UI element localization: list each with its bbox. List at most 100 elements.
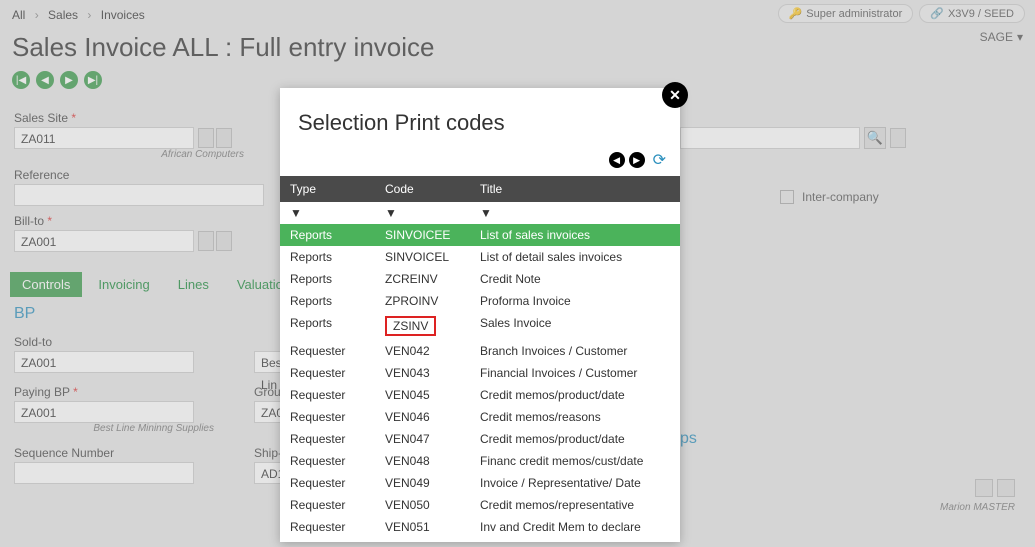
sales-site-input[interactable]: ZA011	[14, 127, 194, 149]
tab-controls[interactable]: Controls	[10, 272, 82, 297]
link-icon: 🔗	[930, 7, 944, 20]
cell-code: ZSINV	[375, 312, 470, 340]
table-row[interactable]: RequesterVEN050Credit memos/representati…	[280, 494, 680, 516]
cell-code: VEN048	[375, 450, 470, 472]
cell-code: VEN049	[375, 472, 470, 494]
filter-icon[interactable]: ▼	[375, 202, 470, 224]
sage-menu[interactable]: SAGE ▾	[980, 30, 1023, 44]
action-icon[interactable]	[216, 128, 232, 148]
top-right: 🔑 Super administrator 🔗 X3V9 / SEED	[778, 4, 1025, 23]
search-input[interactable]	[680, 127, 860, 149]
cell-type: Requester	[280, 406, 375, 428]
lookup-icon[interactable]	[198, 231, 214, 251]
cell-type: Requester	[280, 450, 375, 472]
col-title[interactable]: Title	[470, 176, 680, 202]
reference-input[interactable]	[14, 184, 264, 206]
cell-type: Requester	[280, 428, 375, 450]
cell-code: VEN050	[375, 494, 470, 516]
refresh-icon[interactable]: ⟳	[653, 150, 666, 170]
print-codes-modal: ✕ Selection Print codes ◀ ▶ ⟳ Type Code …	[280, 88, 680, 542]
modal-title: Selection Print codes	[280, 88, 680, 150]
inter-company-checkbox[interactable]	[780, 190, 794, 204]
inter-company-label: Inter-company	[802, 190, 879, 204]
filter-icon[interactable]: ▼	[470, 202, 680, 224]
table-row[interactable]: RequesterVEN045Credit memos/product/date	[280, 384, 680, 406]
right-section-heading: ps	[680, 430, 697, 448]
bill-to-input[interactable]: ZA001	[14, 230, 194, 252]
seq-input[interactable]	[14, 462, 194, 484]
paying-bp-hint: Best Line Mininng Supplies	[14, 423, 214, 434]
next-record-button[interactable]: ▶	[60, 71, 78, 89]
cell-type: Requester	[280, 472, 375, 494]
cell-code: VEN051	[375, 516, 470, 538]
prev-record-button[interactable]: ◀	[36, 71, 54, 89]
table-row[interactable]: RequesterVEN043Financial Invoices / Cust…	[280, 362, 680, 384]
next-page-icon[interactable]: ▶	[629, 152, 645, 168]
cell-code: ZCREINV	[375, 268, 470, 290]
bottom-right-actions	[975, 479, 1015, 497]
cell-type: Reports	[280, 312, 375, 340]
last-record-button[interactable]: ▶|	[84, 71, 102, 89]
cell-title: Credit memos/representative	[470, 494, 680, 516]
cell-title: List of sales invoices	[470, 224, 680, 246]
action-icon[interactable]	[216, 231, 232, 251]
cell-title: Sales Invoice	[470, 312, 680, 340]
cell-title: Branch Invoices / Customer	[470, 340, 680, 362]
filter-icon[interactable]: ▼	[280, 202, 375, 224]
paying-bp-input[interactable]: ZA001	[14, 401, 194, 423]
close-icon[interactable]: ✕	[662, 82, 688, 108]
table-row[interactable]: ReportsZCREINVCredit Note	[280, 268, 680, 290]
cell-title: Invoice / Representative/ Date	[470, 472, 680, 494]
prev-page-icon[interactable]: ◀	[609, 152, 625, 168]
cell-code: ZPROINV	[375, 290, 470, 312]
cell-type: Requester	[280, 362, 375, 384]
table-row[interactable]: RequesterVEN051Inv and Credit Mem to dec…	[280, 516, 680, 538]
cell-title: Financial Invoices / Customer	[470, 362, 680, 384]
lookup-icon[interactable]	[198, 128, 214, 148]
first-record-button[interactable]: |◀	[12, 71, 30, 89]
col-code[interactable]: Code	[375, 176, 470, 202]
cell-title: Financ credit memos/cust/date	[470, 450, 680, 472]
chevron-right-icon: ›	[35, 8, 39, 22]
sales-site-hint: African Computers	[14, 149, 244, 160]
cell-title: Proforma Invoice	[470, 290, 680, 312]
table-row[interactable]: RequesterVEN042Branch Invoices / Custome…	[280, 340, 680, 362]
tab-lines[interactable]: Lines	[166, 272, 221, 297]
table-row[interactable]: ReportsSINVOICELList of detail sales inv…	[280, 246, 680, 268]
cell-title: Credit memos/product/date	[470, 384, 680, 406]
sold-to-input[interactable]: ZA001	[14, 351, 194, 373]
cell-type: Requester	[280, 516, 375, 538]
crumb-sales[interactable]: Sales	[48, 8, 78, 22]
paying-bp-label: Paying BP	[14, 385, 234, 399]
table-row[interactable]: ReportsSINVOICEEList of sales invoices	[280, 224, 680, 246]
search-action-icon[interactable]	[890, 128, 906, 148]
cell-type: Requester	[280, 494, 375, 516]
env-pill[interactable]: 🔗 X3V9 / SEED	[919, 4, 1025, 23]
table-row[interactable]: RequesterVEN049Invoice / Representative/…	[280, 472, 680, 494]
table-row[interactable]: RequesterVEN047Credit memos/product/date	[280, 428, 680, 450]
cell-type: Reports	[280, 268, 375, 290]
table-row[interactable]: ReportsZPROINVProforma Invoice	[280, 290, 680, 312]
search-area: 🔍	[680, 125, 906, 149]
table-row[interactable]: RequesterVEN046Credit memos/reasons	[280, 406, 680, 428]
sold-to-label: Sold-to	[14, 335, 234, 349]
cell-title: Inv and Credit Mem to declare	[470, 516, 680, 538]
modal-rows: ReportsSINVOICEEList of sales invoicesRe…	[280, 224, 680, 538]
table-row[interactable]: RequesterVEN048Financ credit memos/cust/…	[280, 450, 680, 472]
action-icon[interactable]	[997, 479, 1015, 497]
cell-title: Credit Note	[470, 268, 680, 290]
crumb-invoices[interactable]: Invoices	[101, 8, 145, 22]
cell-code: VEN046	[375, 406, 470, 428]
cell-code: VEN043	[375, 362, 470, 384]
crumb-all[interactable]: All	[12, 8, 25, 22]
tab-invoicing[interactable]: Invoicing	[86, 272, 161, 297]
admin-label: Super administrator	[806, 8, 902, 20]
lookup-icon[interactable]	[975, 479, 993, 497]
col-type[interactable]: Type	[280, 176, 375, 202]
cell-title: List of detail sales invoices	[470, 246, 680, 268]
table-row[interactable]: ReportsZSINVSales Invoice	[280, 312, 680, 340]
admin-pill[interactable]: 🔑 Super administrator	[778, 4, 914, 23]
cell-code: VEN045	[375, 384, 470, 406]
search-icon[interactable]: 🔍	[864, 127, 886, 149]
marion-label: Marion MASTER	[940, 502, 1015, 513]
